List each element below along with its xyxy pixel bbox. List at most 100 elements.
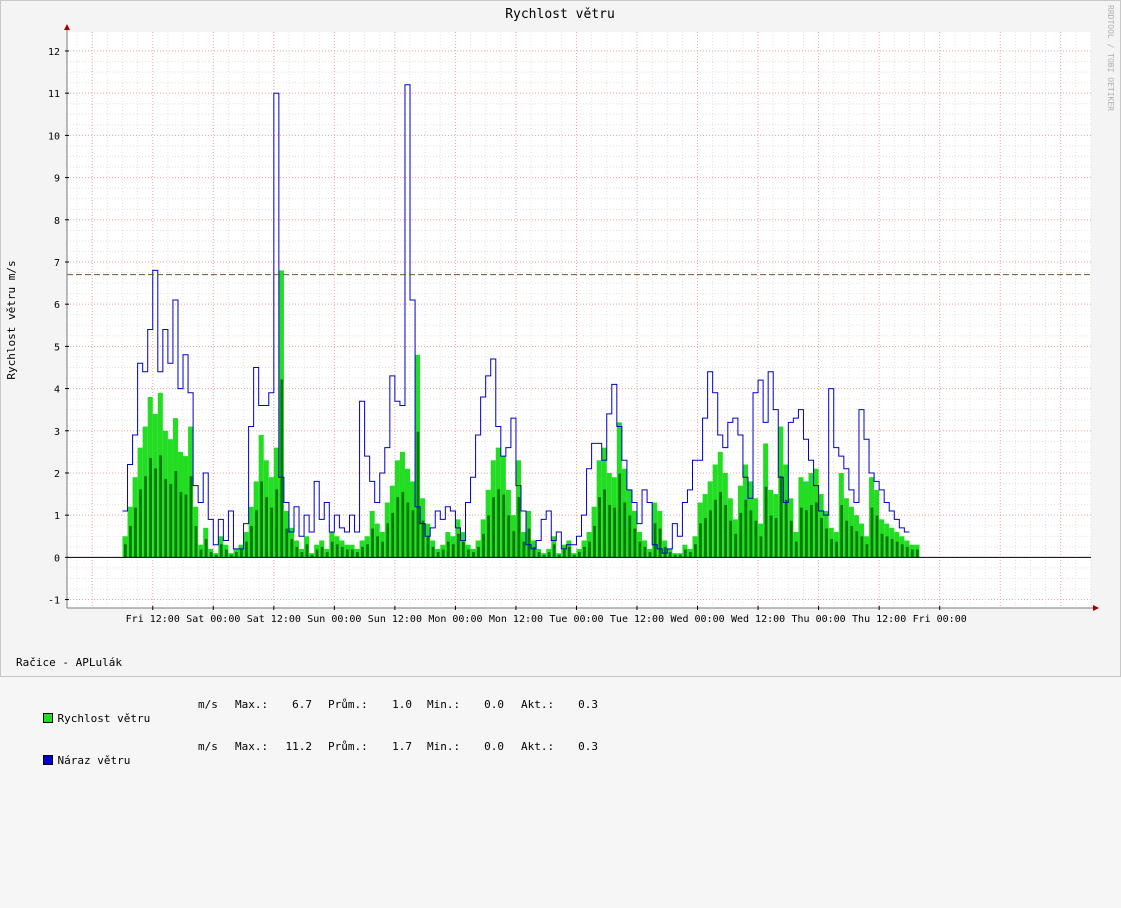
speed-bar-inner <box>366 544 369 558</box>
speed-bar-inner <box>295 546 299 558</box>
speed-bar-inner <box>880 533 884 558</box>
speed-bar-inner <box>915 549 919 558</box>
speed-bar-inner <box>456 533 460 558</box>
speed-bar-inner <box>260 481 263 558</box>
y-tick-label: 7 <box>54 258 60 269</box>
speed-bar-inner <box>350 549 354 558</box>
speed-bar-inner <box>613 507 617 558</box>
speed-bar-inner <box>487 515 490 558</box>
speed-bar-inner <box>704 518 707 558</box>
y-tick-label: 6 <box>54 300 60 311</box>
speed-bar-inner <box>290 539 294 558</box>
speed-bar-inner <box>694 544 697 558</box>
speed-bar-inner <box>870 507 874 558</box>
legend-cur-label: Akt.: <box>521 698 555 711</box>
speed-bar-inner <box>804 510 808 558</box>
speed-bar-inner <box>305 544 309 558</box>
legend-swatch-wind-speed <box>42 713 53 723</box>
x-tick-label: Mon 12:00 <box>489 614 543 625</box>
speed-bar-inner <box>537 552 541 558</box>
x-tick-label: Wed 00:00 <box>670 614 724 625</box>
speed-bar-inner <box>209 552 213 558</box>
speed-bar-inner <box>552 544 556 558</box>
legend-unit: m/s <box>198 698 218 711</box>
speed-bar-inner <box>648 552 652 558</box>
speed-bar-inner <box>875 515 879 558</box>
speed-bar-inner <box>774 518 778 558</box>
speed-bar-inner <box>583 546 586 558</box>
speed-bar-inner <box>154 468 158 558</box>
speed-bar-inner <box>265 497 269 558</box>
speed-bar-inner <box>895 541 899 558</box>
speed-bar-inner <box>885 536 889 558</box>
speed-bar-inner <box>431 546 435 558</box>
y-tick-label: 9 <box>54 174 60 185</box>
speed-bar-inner <box>683 549 687 558</box>
speed-bar-inner <box>184 494 188 558</box>
speed-bar-inner <box>300 552 304 558</box>
speed-bar-inner <box>789 520 793 558</box>
legend-min-label: Min.: <box>427 740 461 753</box>
speed-bar-inner <box>739 512 743 558</box>
speed-bar-inner <box>426 536 430 558</box>
speed-bar-inner <box>699 523 702 558</box>
legend-cur: 0.3 <box>578 740 598 753</box>
speed-bar-inner <box>315 549 319 558</box>
speed-bar-inner <box>477 546 480 558</box>
plot-background <box>67 32 1091 608</box>
speed-bar-inner <box>174 471 178 558</box>
speed-bar-inner <box>623 502 627 558</box>
speed-bar-inner <box>482 533 485 558</box>
speed-bar-inner <box>219 544 223 558</box>
speed-bar-inner <box>194 525 198 558</box>
speed-bar-inner <box>179 491 183 558</box>
speed-bar-inner <box>345 549 349 558</box>
speed-bar-inner <box>386 523 390 558</box>
speed-bar-inner <box>406 502 410 558</box>
speed-bar-inner <box>688 552 692 558</box>
speed-bar-inner <box>815 502 818 558</box>
speed-bar-inner <box>638 541 642 558</box>
legend-cur-label: Akt.: <box>521 740 555 753</box>
speed-bar-inner <box>825 528 828 558</box>
y-tick-label: 5 <box>54 342 60 353</box>
legend-avg-label: Prům.: <box>328 740 368 753</box>
speed-bar-inner <box>255 510 258 558</box>
legend-max: 11.2 <box>285 740 313 753</box>
speed-bar-inner <box>164 478 168 558</box>
legend-name: Náraz větru <box>57 754 131 767</box>
legend-avg: 1.7 <box>392 740 412 753</box>
x-tick-label: Sun 00:00 <box>307 614 361 625</box>
speed-bar-inner <box>280 379 284 558</box>
speed-bar-inner <box>250 525 253 558</box>
speed-bar-inner <box>512 531 516 558</box>
speed-bar-inner <box>724 505 728 558</box>
speed-bar-inner <box>376 536 379 558</box>
legend-row-wind-gust: Náraz větru m/s Max.: 11.2 Prům.: 1.7 Mi… <box>16 740 598 767</box>
speed-bar-inner <box>608 505 612 558</box>
speed-bar-inner <box>734 533 738 558</box>
speed-bar-inner <box>245 541 248 558</box>
y-tick-label: 10 <box>48 131 60 142</box>
y-tick-label: 2 <box>54 469 60 480</box>
legend-name: Rychlost větru <box>57 712 151 725</box>
x-tick-label: Sun 12:00 <box>368 614 422 625</box>
speed-bar-inner <box>381 541 385 558</box>
speed-bar-inner <box>234 552 238 558</box>
speed-bar-inner <box>749 510 753 558</box>
speed-bar-inner <box>240 549 243 558</box>
speed-bar-inner <box>124 544 127 558</box>
speed-bar-inner <box>204 539 208 558</box>
speed-bar-inner <box>527 528 531 558</box>
chart-title: Rychlost větru <box>505 7 615 22</box>
speed-bar-inner <box>340 546 344 558</box>
speed-bar-inner <box>129 525 132 558</box>
speed-bar-inner <box>467 549 470 558</box>
wind-speed-chart: -10123456789101112Fri 12:00 Sat 00:00 Sat … <box>5 5 1115 625</box>
speed-bar-inner <box>446 541 450 558</box>
speed-bar-inner <box>633 528 637 558</box>
speed-bar-inner <box>270 507 274 558</box>
legend-min: 0.0 <box>484 698 504 711</box>
y-tick-label: 1 <box>54 511 60 522</box>
speed-bar-inner <box>729 520 733 558</box>
